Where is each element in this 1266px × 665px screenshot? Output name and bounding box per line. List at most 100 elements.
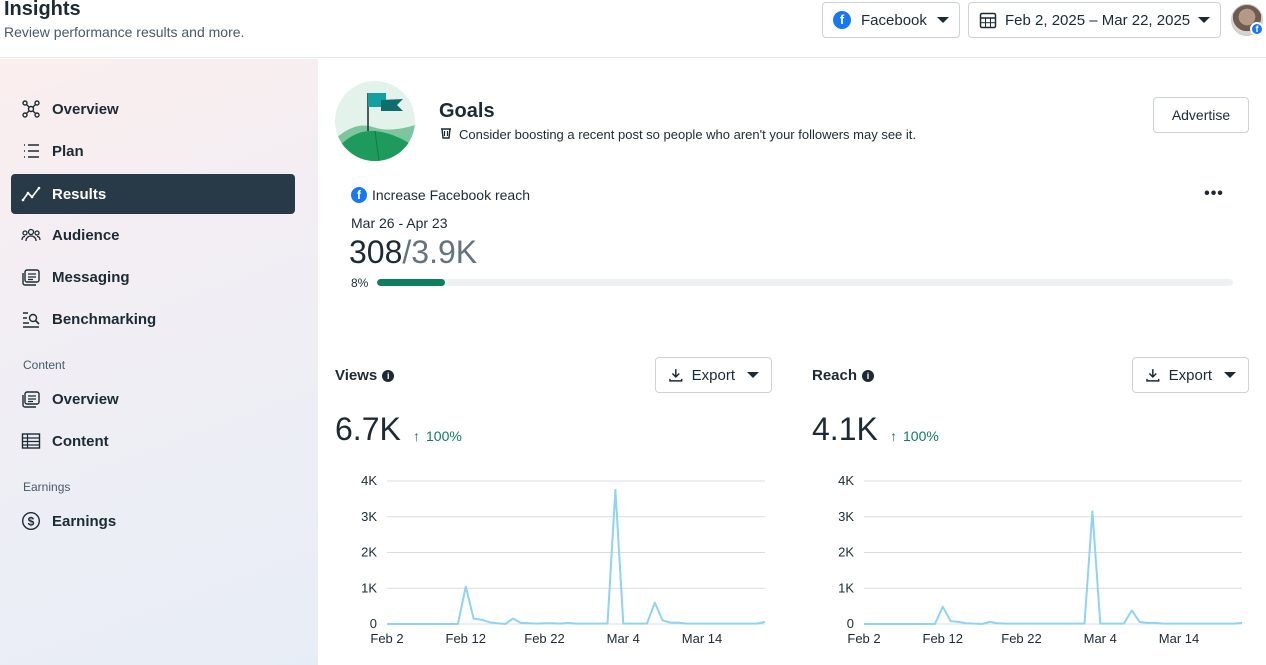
- sidebar-item-benchmarking[interactable]: Benchmarking: [11, 299, 295, 339]
- views-title: Views i: [335, 367, 395, 384]
- download-icon: [1146, 369, 1160, 382]
- reach-change-text: 100%: [903, 428, 939, 444]
- y-tick-label: 0: [847, 616, 854, 631]
- sidebar-item-label: Overview: [52, 390, 119, 408]
- sidebar-item-audience[interactable]: Audience: [11, 215, 295, 255]
- x-tick-label: Feb 22: [524, 631, 564, 646]
- sidebar-item-messaging[interactable]: Messaging: [11, 257, 295, 297]
- arrow-up-icon: ↑: [890, 428, 897, 444]
- y-tick-label: 4K: [361, 473, 377, 488]
- overview-icon: [20, 98, 42, 120]
- y-tick-label: 2K: [838, 545, 854, 560]
- info-icon[interactable]: i: [382, 369, 395, 382]
- sidebar-item-label: Earnings: [52, 512, 117, 530]
- sidebar-item-label: Plan: [52, 142, 84, 160]
- goals-subtitle-text: Consider boosting a recent post so peopl…: [459, 127, 917, 142]
- chevron-down-icon: [747, 372, 759, 378]
- goal-name: f Increase Facebook reach: [351, 187, 530, 203]
- download-icon: [669, 369, 683, 382]
- content-overview-icon: [20, 388, 42, 410]
- page-subtitle: Review performance results and more.: [4, 24, 245, 40]
- calendar-icon: [979, 12, 997, 29]
- y-tick-label: 2K: [361, 545, 377, 560]
- reach-value: 4.1K: [812, 411, 878, 447]
- chevron-down-icon: [1224, 372, 1236, 378]
- goal-progress-bar: [377, 279, 1233, 286]
- sidebar-item-label: Messaging: [52, 268, 130, 286]
- goal-flag-illustration: [335, 81, 415, 161]
- dollar-icon: $: [20, 510, 42, 532]
- views-export-button[interactable]: Export: [655, 357, 772, 393]
- reach-title-text: Reach: [812, 367, 858, 384]
- export-label: Export: [691, 366, 735, 384]
- plan-icon: [20, 140, 42, 162]
- y-tick-label: 1K: [361, 580, 377, 595]
- views-value: 6.7K: [335, 411, 401, 447]
- sidebar-item-label: Overview: [52, 100, 119, 118]
- messaging-icon: [20, 266, 42, 288]
- sidebar-item-label: Results: [52, 185, 107, 203]
- views-change: ↑ 100%: [413, 428, 462, 444]
- sidebar-item-overview[interactable]: Overview: [11, 89, 295, 129]
- goal-progress-fill: [377, 279, 446, 286]
- goal-date-range: Mar 26 - Apr 23: [351, 215, 448, 231]
- x-tick-label: Mar 4: [1084, 631, 1117, 646]
- x-tick-label: Feb 2: [370, 631, 403, 646]
- earnings-section-label: Earnings: [23, 480, 71, 494]
- facebook-badge-icon: f: [1250, 22, 1264, 36]
- sidebar-item-content[interactable]: Content: [11, 421, 295, 461]
- sidebar-item-content-overview[interactable]: Overview: [11, 379, 295, 419]
- sidebar-item-results[interactable]: Results: [11, 174, 295, 214]
- reach-line-chart: 0 1K 2K 3K 4K Feb 2 Feb 12 Feb 22 Mar 4 Mar 14: [838, 473, 1243, 646]
- views-line-chart: 0 1K 2K 3K 4K Feb 2 Feb 12 Feb 22 Mar 4 Mar 14: [361, 473, 766, 646]
- reach-change: ↑ 100%: [890, 428, 939, 444]
- arrow-up-icon: ↑: [413, 428, 420, 444]
- goal-name-text: Increase Facebook reach: [372, 187, 530, 203]
- info-icon[interactable]: i: [862, 369, 875, 382]
- reach-export-button[interactable]: Export: [1132, 357, 1249, 393]
- audience-icon: [20, 224, 42, 246]
- platform-dropdown[interactable]: f Facebook: [822, 2, 960, 38]
- advertise-button[interactable]: Advertise: [1153, 97, 1249, 133]
- chevron-down-icon: [1198, 17, 1210, 23]
- x-tick-label: Feb 2: [847, 631, 880, 646]
- goals-title: Goals: [439, 100, 495, 122]
- date-range-picker[interactable]: Feb 2, 2025 – Mar 22, 2025: [968, 2, 1221, 38]
- sidebar-item-label: Content: [52, 432, 109, 450]
- y-tick-label: 3K: [361, 509, 377, 524]
- x-tick-label: Mar 14: [682, 631, 722, 646]
- more-options-button[interactable]: •••: [1203, 184, 1225, 204]
- sidebar-item-plan[interactable]: Plan: [11, 131, 295, 171]
- date-range-label: Feb 2, 2025 – Mar 22, 2025: [1005, 11, 1191, 29]
- page-header: Insights Review performance results and …: [0, 0, 1266, 58]
- x-tick-label: Feb 12: [446, 631, 486, 646]
- content-section-label: Content: [23, 358, 66, 372]
- content-table-icon: [20, 430, 42, 452]
- megaphone-icon: [439, 126, 453, 143]
- facebook-icon: f: [351, 187, 367, 203]
- export-label: Export: [1168, 366, 1212, 384]
- goals-subtitle: Consider boosting a recent post so peopl…: [439, 126, 916, 143]
- goals-card: Goals Consider boosting a recent post so…: [319, 66, 1265, 332]
- sidebar-item-earnings[interactable]: $ Earnings: [11, 501, 295, 541]
- page-title: Insights: [4, 0, 81, 20]
- x-tick-label: Mar 4: [607, 631, 640, 646]
- sidebar-item-label: Audience: [52, 226, 120, 244]
- benchmarking-icon: [20, 308, 42, 330]
- facebook-icon: f: [833, 11, 851, 29]
- reach-card: Reach i Export 4.1K ↑ 100% 0 1K 2K 3K 4K Feb …: [796, 341, 1265, 665]
- series-line: [864, 510, 1243, 625]
- goal-target: /3.9K: [402, 234, 478, 270]
- views-title-text: Views: [335, 367, 378, 384]
- svg-text:$: $: [28, 515, 35, 529]
- results-icon: [20, 183, 42, 205]
- x-tick-label: Feb 22: [1001, 631, 1041, 646]
- y-tick-label: 3K: [838, 509, 854, 524]
- sidebar-item-label: Benchmarking: [52, 310, 157, 328]
- goal-progress-value: 308/3.9K: [349, 234, 477, 271]
- x-tick-label: Mar 14: [1159, 631, 1199, 646]
- views-card: Views i Export 6.7K ↑ 100% 0 1K 2K 3K 4K Feb …: [319, 341, 788, 665]
- x-tick-label: Feb 12: [923, 631, 963, 646]
- sidebar: Overview Plan Results Audience Messaging…: [0, 59, 318, 665]
- chevron-down-icon: [937, 17, 949, 23]
